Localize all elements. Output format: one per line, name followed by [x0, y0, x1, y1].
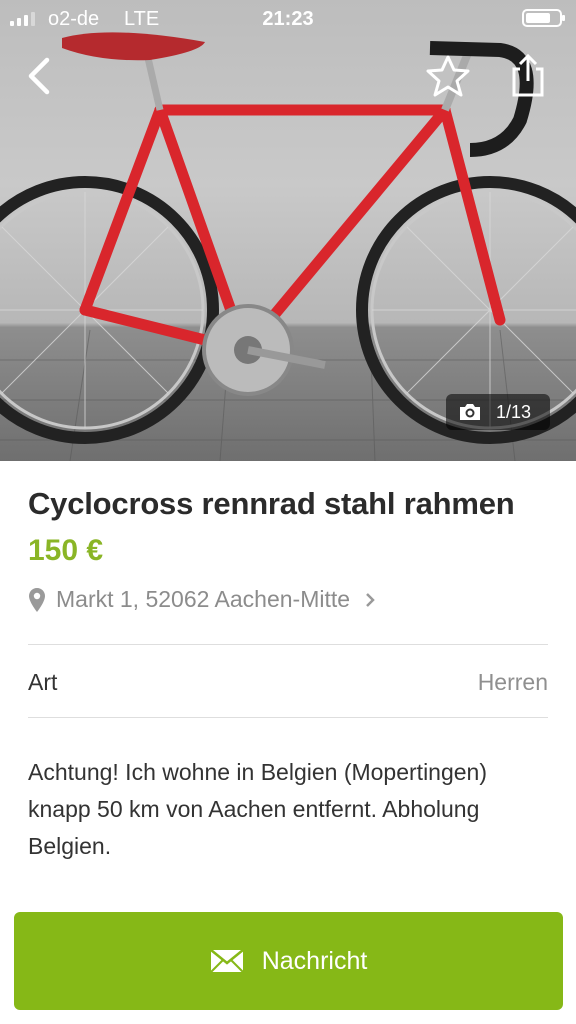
image-counter-label: 1/13 [496, 401, 532, 422]
description-line: Achtung! Ich wohne in Belgien (Moperting… [28, 759, 488, 785]
back-button[interactable] [10, 48, 66, 104]
bike-image [0, 32, 576, 461]
share-icon [512, 53, 544, 97]
star-outline-icon [426, 55, 470, 97]
listing-description: Achtung! Ich wohne in Belgien (Moperting… [28, 754, 558, 865]
camera-icon [460, 404, 480, 420]
share-button[interactable] [500, 48, 556, 104]
favorite-button[interactable] [420, 48, 476, 104]
description-line: knapp 50 km von Aachen entfernt. Abholun… [28, 796, 480, 859]
battery-icon [522, 9, 565, 27]
clock: 21:23 [262, 8, 314, 30]
message-button-label: Nachricht [261, 946, 368, 975]
divider [28, 644, 548, 645]
listing-title: Cyclocross rennrad stahl rahmen [28, 486, 515, 521]
image-counter[interactable]: 1/13 [446, 394, 550, 430]
envelope-icon [209, 949, 244, 973]
status-bar: o2-de LTE 21:23 [0, 0, 576, 38]
listing-price: 150 € [28, 534, 104, 567]
map-pin-icon [29, 587, 45, 612]
location-text: Markt 1, 52062 Aachen-Mitte [56, 586, 351, 612]
attribute-value: Herren [477, 669, 548, 695]
location-link[interactable]: Markt 1, 52062 Aachen-Mitte [28, 586, 376, 613]
chevron-left-icon [28, 57, 50, 95]
message-button[interactable]: Nachricht [14, 912, 563, 1010]
divider [28, 717, 548, 718]
chevron-right-icon [366, 592, 375, 607]
attribute-label: Art [28, 669, 58, 695]
listing-photo[interactable]: o2-de LTE 21:23 1/13 [0, 0, 576, 461]
